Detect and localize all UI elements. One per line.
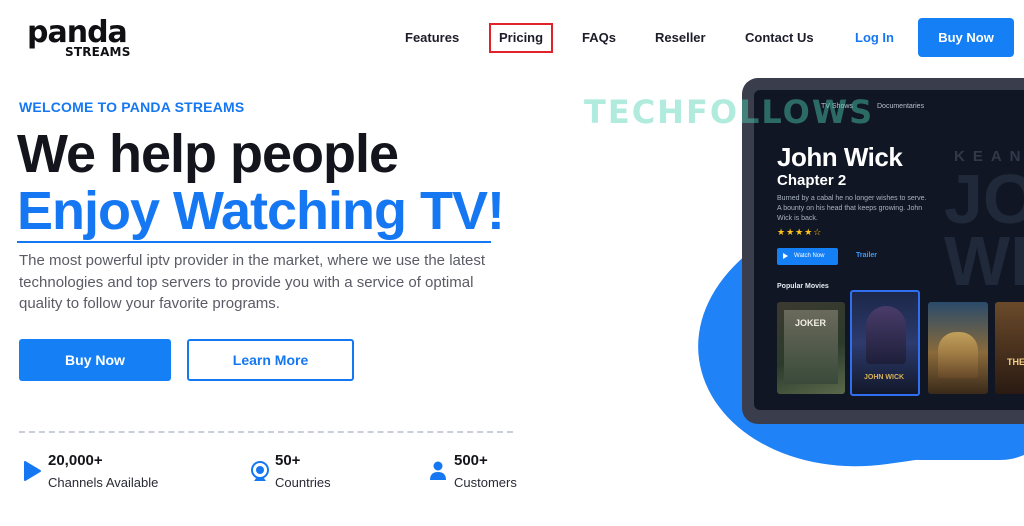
movie-poster-selected[interactable]: JOHN WICK: [850, 290, 920, 396]
movie-subtitle: Chapter 2: [777, 172, 847, 189]
watch-now-button[interactable]: Watch Now: [777, 248, 838, 265]
play-icon: [22, 460, 44, 482]
popular-movies-heading: Popular Movies: [777, 283, 829, 290]
logo-wordmark: panda: [27, 15, 128, 50]
stat-value: 20,000+: [48, 452, 103, 469]
nav-pricing[interactable]: Pricing: [489, 23, 554, 53]
trailer-link[interactable]: Trailer: [856, 252, 877, 259]
poster-title: JOHN WICK: [864, 374, 905, 381]
logo-subtitle: STREAMS: [65, 45, 131, 59]
background-title-text: JOHN: [944, 160, 1024, 238]
user-icon: [428, 460, 450, 482]
watch-now-label: Watch Now: [794, 253, 825, 259]
hero-learn-more-button[interactable]: Learn More: [187, 339, 354, 381]
nav-contact-us[interactable]: Contact Us: [745, 18, 814, 58]
movie-poster[interactable]: THE: [995, 302, 1024, 394]
poster-title: JOKER: [795, 318, 827, 328]
hero-title-line1: We help people: [17, 124, 399, 184]
stat-value: 50+: [275, 452, 301, 469]
movie-title: John Wick: [777, 142, 903, 172]
movie-poster[interactable]: JOKER: [777, 302, 845, 394]
background-title-text: WICK: [944, 222, 1024, 300]
logo[interactable]: panda STREAMS: [27, 15, 130, 60]
poster-title: THE: [1007, 357, 1024, 367]
play-icon: [783, 253, 788, 259]
stat-label: Countries: [275, 475, 331, 490]
divider: [19, 431, 513, 433]
poster-artwork: [866, 306, 906, 364]
hero-description: The most powerful iptv provider in the m…: [19, 252, 486, 312]
nav-faqs[interactable]: FAQs: [582, 18, 616, 58]
poster-artwork: [938, 332, 978, 378]
stat-label: Channels Available: [48, 475, 159, 490]
nav-features[interactable]: Features: [405, 18, 459, 58]
webcam-icon: [249, 460, 271, 482]
rating-stars: ★★★★☆: [777, 227, 823, 237]
movie-poster[interactable]: [928, 302, 988, 394]
stat-value: 500+: [454, 452, 488, 469]
hero-buy-now-button[interactable]: Buy Now: [19, 339, 171, 381]
hero-eyebrow: WELCOME TO PANDA STREAMS: [19, 99, 245, 115]
nav-reseller[interactable]: Reseller: [655, 18, 706, 58]
tab-documentaries[interactable]: Documentaries: [877, 103, 924, 110]
tablet-screen: KEANU JOHN WICK TV Shows Documentaries J…: [754, 90, 1024, 410]
watermark-text: TECHFOLLOWS: [584, 93, 875, 131]
movie-description: Burned by a cabal he no longer wishes to…: [777, 195, 927, 222]
stat-label: Customers: [454, 475, 517, 490]
header-buy-now-button[interactable]: Buy Now: [918, 18, 1014, 57]
nav-login-link[interactable]: Log In: [855, 18, 894, 58]
hero-title-line2: Enjoy Watching TV!: [17, 181, 505, 243]
